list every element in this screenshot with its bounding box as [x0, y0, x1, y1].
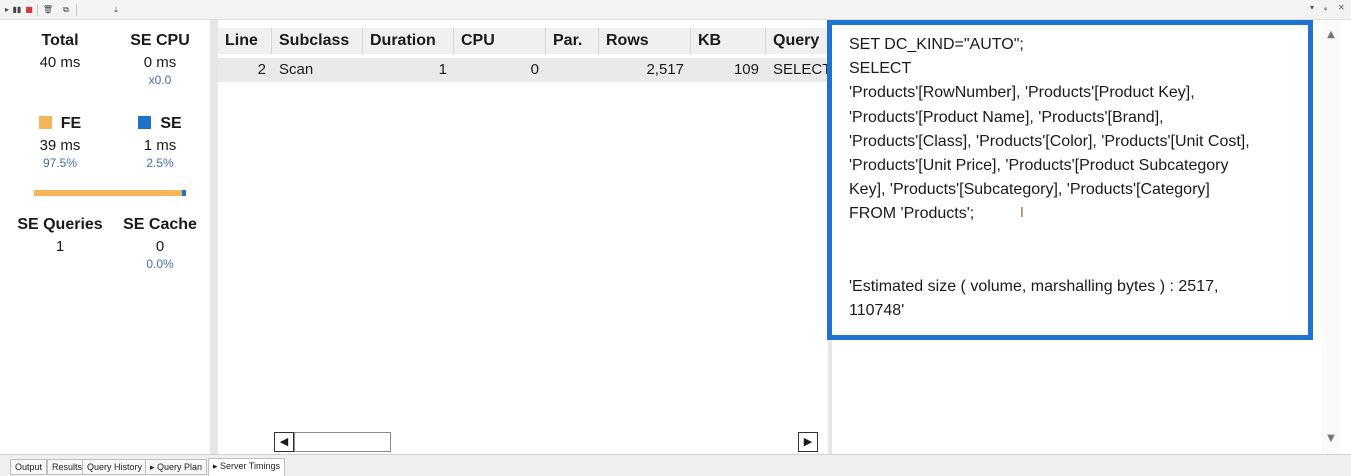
scroll-right-icon[interactable]: ▶ [798, 432, 818, 452]
table-row[interactable]: 2 Scan 1 0 2,517 109 SELECT [218, 58, 828, 82]
close-icon[interactable]: ✕ [1338, 3, 1345, 12]
cell-duration: 1 [438, 61, 447, 78]
timings-grid: Line Subclass Duration CPU Par. Rows KB … [218, 20, 828, 454]
toolbar-separator [37, 4, 38, 16]
fe-value: 39 ms [39, 137, 81, 154]
column-header-query[interactable]: Query [766, 28, 828, 54]
se-cache-value: 0 [155, 238, 165, 255]
text-cursor-icon: I [1020, 206, 1024, 221]
se-queries-value: 1 [55, 238, 65, 255]
se-cpu-ratio: x0.0 [148, 73, 172, 87]
column-header-subclass[interactable]: Subclass [272, 28, 363, 54]
se-legend-swatch [138, 116, 152, 129]
cell-cpu: 0 [530, 61, 539, 78]
column-header-line[interactable]: Line [218, 28, 272, 54]
se-cache-label: SE Cache [123, 216, 197, 233]
play-icon[interactable]: ▸ [3, 4, 11, 16]
tab-server-timings[interactable]: ▸ Server Timings [208, 458, 286, 476]
cell-kb: 109 [733, 61, 759, 78]
column-header-rows[interactable]: Rows [599, 28, 691, 54]
tab-query-history[interactable]: Query History [82, 459, 148, 475]
export-icon[interactable]: ⤓ [110, 4, 122, 16]
pause-icon[interactable]: ▮▮ [12, 4, 22, 16]
cell-query: SELECT [773, 61, 828, 78]
fe-metric: FE 39 ms 97.5% [10, 115, 110, 170]
query-detail-panel: SET DC_KIND="AUTO"; SELECT 'Products'[Ro… [832, 20, 1322, 454]
cell-line: 2 [257, 61, 266, 78]
fe-label: FE [60, 115, 82, 132]
toolbar-separator [76, 4, 77, 16]
bottom-tab-bar: Output Results Query History ▸ Query Pla… [0, 454, 1351, 476]
column-header-cpu[interactable]: CPU [454, 28, 546, 54]
se-cpu-metric: SE CPU 0 ms x0.0 [110, 32, 210, 87]
tab-output[interactable]: Output [10, 459, 48, 475]
dropdown-arrow-icon[interactable]: ▾ [1310, 3, 1314, 12]
total-metric: Total 40 ms [10, 32, 110, 71]
grid-header: Line Subclass Duration CPU Par. Rows KB … [218, 28, 828, 54]
fe-percent: 97.5% [42, 156, 78, 170]
column-header-duration[interactable]: Duration [363, 28, 454, 54]
pin-icon[interactable]: ᵩ [1324, 3, 1327, 12]
se-cache-percent: 0.0% [146, 257, 174, 271]
tab-query-plan[interactable]: ▸ Query Plan [145, 459, 208, 475]
se-percent: 2.5% [146, 156, 174, 170]
cell-subclass: Scan [279, 61, 314, 78]
scroll-down-icon[interactable]: ▼ [1324, 432, 1338, 446]
se-value: 1 ms [143, 137, 177, 154]
se-cpu-label: SE CPU [130, 32, 190, 49]
tab-query-plan-label: Query Plan [157, 462, 203, 472]
vertical-scrollbar[interactable]: ▲ ▼ [1322, 20, 1340, 454]
se-metric: SE 1 ms 2.5% [110, 115, 210, 170]
left-splitter[interactable] [210, 20, 218, 454]
scroll-up-icon[interactable]: ▲ [1324, 28, 1338, 42]
fe-se-ratio-bar [34, 190, 186, 196]
se-ratio-segment [182, 190, 186, 196]
query-plan-tab-icon: ▸ [150, 462, 158, 472]
summary-panel: Total 40 ms SE CPU 0 ms x0.0 FE 39 ms 97… [10, 20, 210, 454]
se-queries-metric: SE Queries 1 [10, 216, 110, 255]
se-label: SE [160, 115, 182, 132]
se-cache-metric: SE Cache 0 0.0% [110, 216, 210, 271]
total-label: Total [41, 32, 79, 49]
server-timings-tab-icon: ▸ [213, 461, 221, 471]
clear-icon[interactable]: 🗑 [42, 4, 54, 16]
fe-legend-swatch [38, 116, 52, 129]
column-header-kb[interactable]: KB [691, 28, 766, 54]
fe-heading: FE [10, 115, 110, 133]
copy-icon[interactable]: ⧉ [60, 4, 72, 16]
scroll-left-icon[interactable]: ◀ [274, 432, 294, 452]
stop-icon[interactable]: ■ [24, 4, 34, 16]
se-heading: SE [110, 115, 210, 133]
total-value: 40 ms [39, 54, 81, 71]
cell-rows: 2,517 [646, 61, 684, 78]
horizontal-scrollbar[interactable]: ◀ ▶ [274, 432, 828, 452]
query-text[interactable]: SET DC_KIND="AUTO"; SELECT 'Products'[Ro… [849, 33, 1299, 323]
tab-results[interactable]: Results [47, 459, 88, 475]
se-queries-label: SE Queries [17, 216, 103, 233]
scrollbar-thumb[interactable] [294, 432, 391, 452]
column-header-par[interactable]: Par. [546, 28, 599, 54]
toolbar: ▸ ▮▮ ■ 🗑 ⧉ ⤓ ▾ ᵩ ✕ [0, 0, 1351, 20]
se-cpu-value: 0 ms [143, 54, 177, 71]
tab-server-timings-label: Server Timings [220, 461, 281, 471]
cell-par [546, 58, 592, 82]
